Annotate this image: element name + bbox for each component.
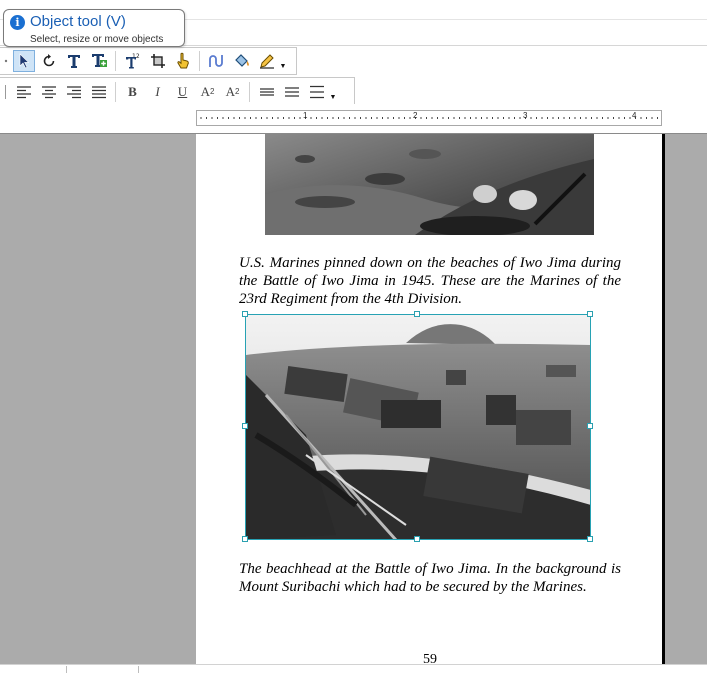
crop-tool-button[interactable] <box>147 50 169 72</box>
line-spacing-single-button[interactable] <box>256 81 278 103</box>
resize-handle-top-right[interactable] <box>587 311 593 317</box>
align-center-button[interactable] <box>38 81 60 103</box>
numbering-tool-button[interactable]: 12 <box>122 50 144 72</box>
toolbar-separator <box>249 81 250 102</box>
align-right-button[interactable] <box>63 81 85 103</box>
resize-handle-bottom-left[interactable] <box>242 536 248 542</box>
status-bar <box>0 664 707 673</box>
text-frame-icon <box>91 54 107 67</box>
photo-marines-beach[interactable] <box>265 134 594 235</box>
align-left-button[interactable] <box>13 81 35 103</box>
paint-bucket-icon <box>234 54 249 67</box>
toolbar-grip[interactable] <box>2 81 10 103</box>
superscript-mark: 2 <box>209 87 215 96</box>
status-separator <box>138 666 139 673</box>
resize-handle-bottom-right[interactable] <box>587 536 593 542</box>
photo-caption[interactable]: The beachhead at the Battle of Iwo Jima.… <box>239 560 621 596</box>
justify-button[interactable] <box>88 81 110 103</box>
selection-frame[interactable] <box>245 314 591 540</box>
resize-handle-top-left[interactable] <box>242 311 248 317</box>
ruler-ticks <box>200 117 658 119</box>
link-tool-button[interactable] <box>172 50 194 72</box>
resize-handle-left[interactable] <box>242 423 248 429</box>
ruler-mark: 2 <box>413 111 418 120</box>
resize-handle-top[interactable] <box>414 311 420 317</box>
pasteboard-right <box>665 134 707 664</box>
line-spacing-onehalf-button[interactable] <box>281 81 303 103</box>
tooltip-description: Select, resize or move objects <box>30 34 164 45</box>
line-spacing-onehalf-icon <box>284 86 299 97</box>
ruler-mark: 1 <box>303 111 308 120</box>
horizontal-ruler[interactable]: 1 2 3 4 <box>196 110 662 126</box>
fill-tool-button[interactable] <box>231 50 253 72</box>
superscript-label: A <box>200 83 210 99</box>
connector-tool-button[interactable] <box>206 50 228 72</box>
tools-toolbar: 12 ▼ <box>0 47 297 75</box>
arrow-pointer-icon <box>19 53 29 69</box>
italic-button[interactable]: I <box>147 81 169 103</box>
align-left-icon <box>16 85 31 98</box>
subscript-label: A <box>225 83 235 99</box>
chevron-down-icon[interactable]: ▼ <box>279 50 287 72</box>
subscript-mark: 2 <box>234 87 240 96</box>
toolbar-separator <box>199 51 200 71</box>
hand-link-icon <box>176 52 189 69</box>
connector-icon <box>208 55 223 67</box>
ruler-mark: 3 <box>523 111 528 120</box>
superscript-button[interactable]: A2 <box>197 81 219 103</box>
photo-caption[interactable]: U.S. Marines pinned down on the beaches … <box>239 254 621 308</box>
rotate-icon <box>43 54 54 67</box>
line-spacing-double-button[interactable] <box>306 81 328 103</box>
pasteboard-left <box>0 134 196 664</box>
justify-icon <box>91 85 106 98</box>
pen-tool-button[interactable] <box>256 50 278 72</box>
crop-icon <box>150 54 165 68</box>
status-separator <box>66 666 67 673</box>
chevron-down-icon[interactable]: ▼ <box>329 81 337 103</box>
align-center-icon <box>41 85 56 98</box>
align-right-icon <box>66 85 81 98</box>
text-frame-tool-button[interactable] <box>88 50 110 72</box>
rotate-tool-button[interactable] <box>38 50 60 72</box>
toolbar-separator <box>115 51 116 71</box>
bold-button[interactable]: B <box>122 81 144 103</box>
tooltip: i Object tool (V) Select, resize or move… <box>3 9 185 47</box>
resize-handle-bottom[interactable] <box>414 536 420 542</box>
format-toolbar: B I U A2 A2 ▼ <box>0 77 355 106</box>
subscript-button[interactable]: A2 <box>222 81 244 103</box>
text-t-icon <box>67 55 80 68</box>
page-shadow-edge <box>662 134 665 664</box>
text-tool-button[interactable] <box>63 50 85 72</box>
line-spacing-single-icon <box>259 87 274 96</box>
underline-button[interactable]: U <box>172 81 194 103</box>
ruler-mark: 4 <box>632 111 637 120</box>
line-spacing-double-icon <box>309 85 324 98</box>
pencil-icon <box>259 54 274 69</box>
object-tool-button[interactable] <box>12 50 35 72</box>
info-icon: i <box>10 15 25 30</box>
resize-handle-right[interactable] <box>587 423 593 429</box>
numbered-text-icon: 12 <box>125 53 139 69</box>
tooltip-title: Object tool (V) <box>30 13 126 30</box>
toolbar-grip[interactable] <box>2 50 10 72</box>
toolbar-separator <box>115 81 116 102</box>
